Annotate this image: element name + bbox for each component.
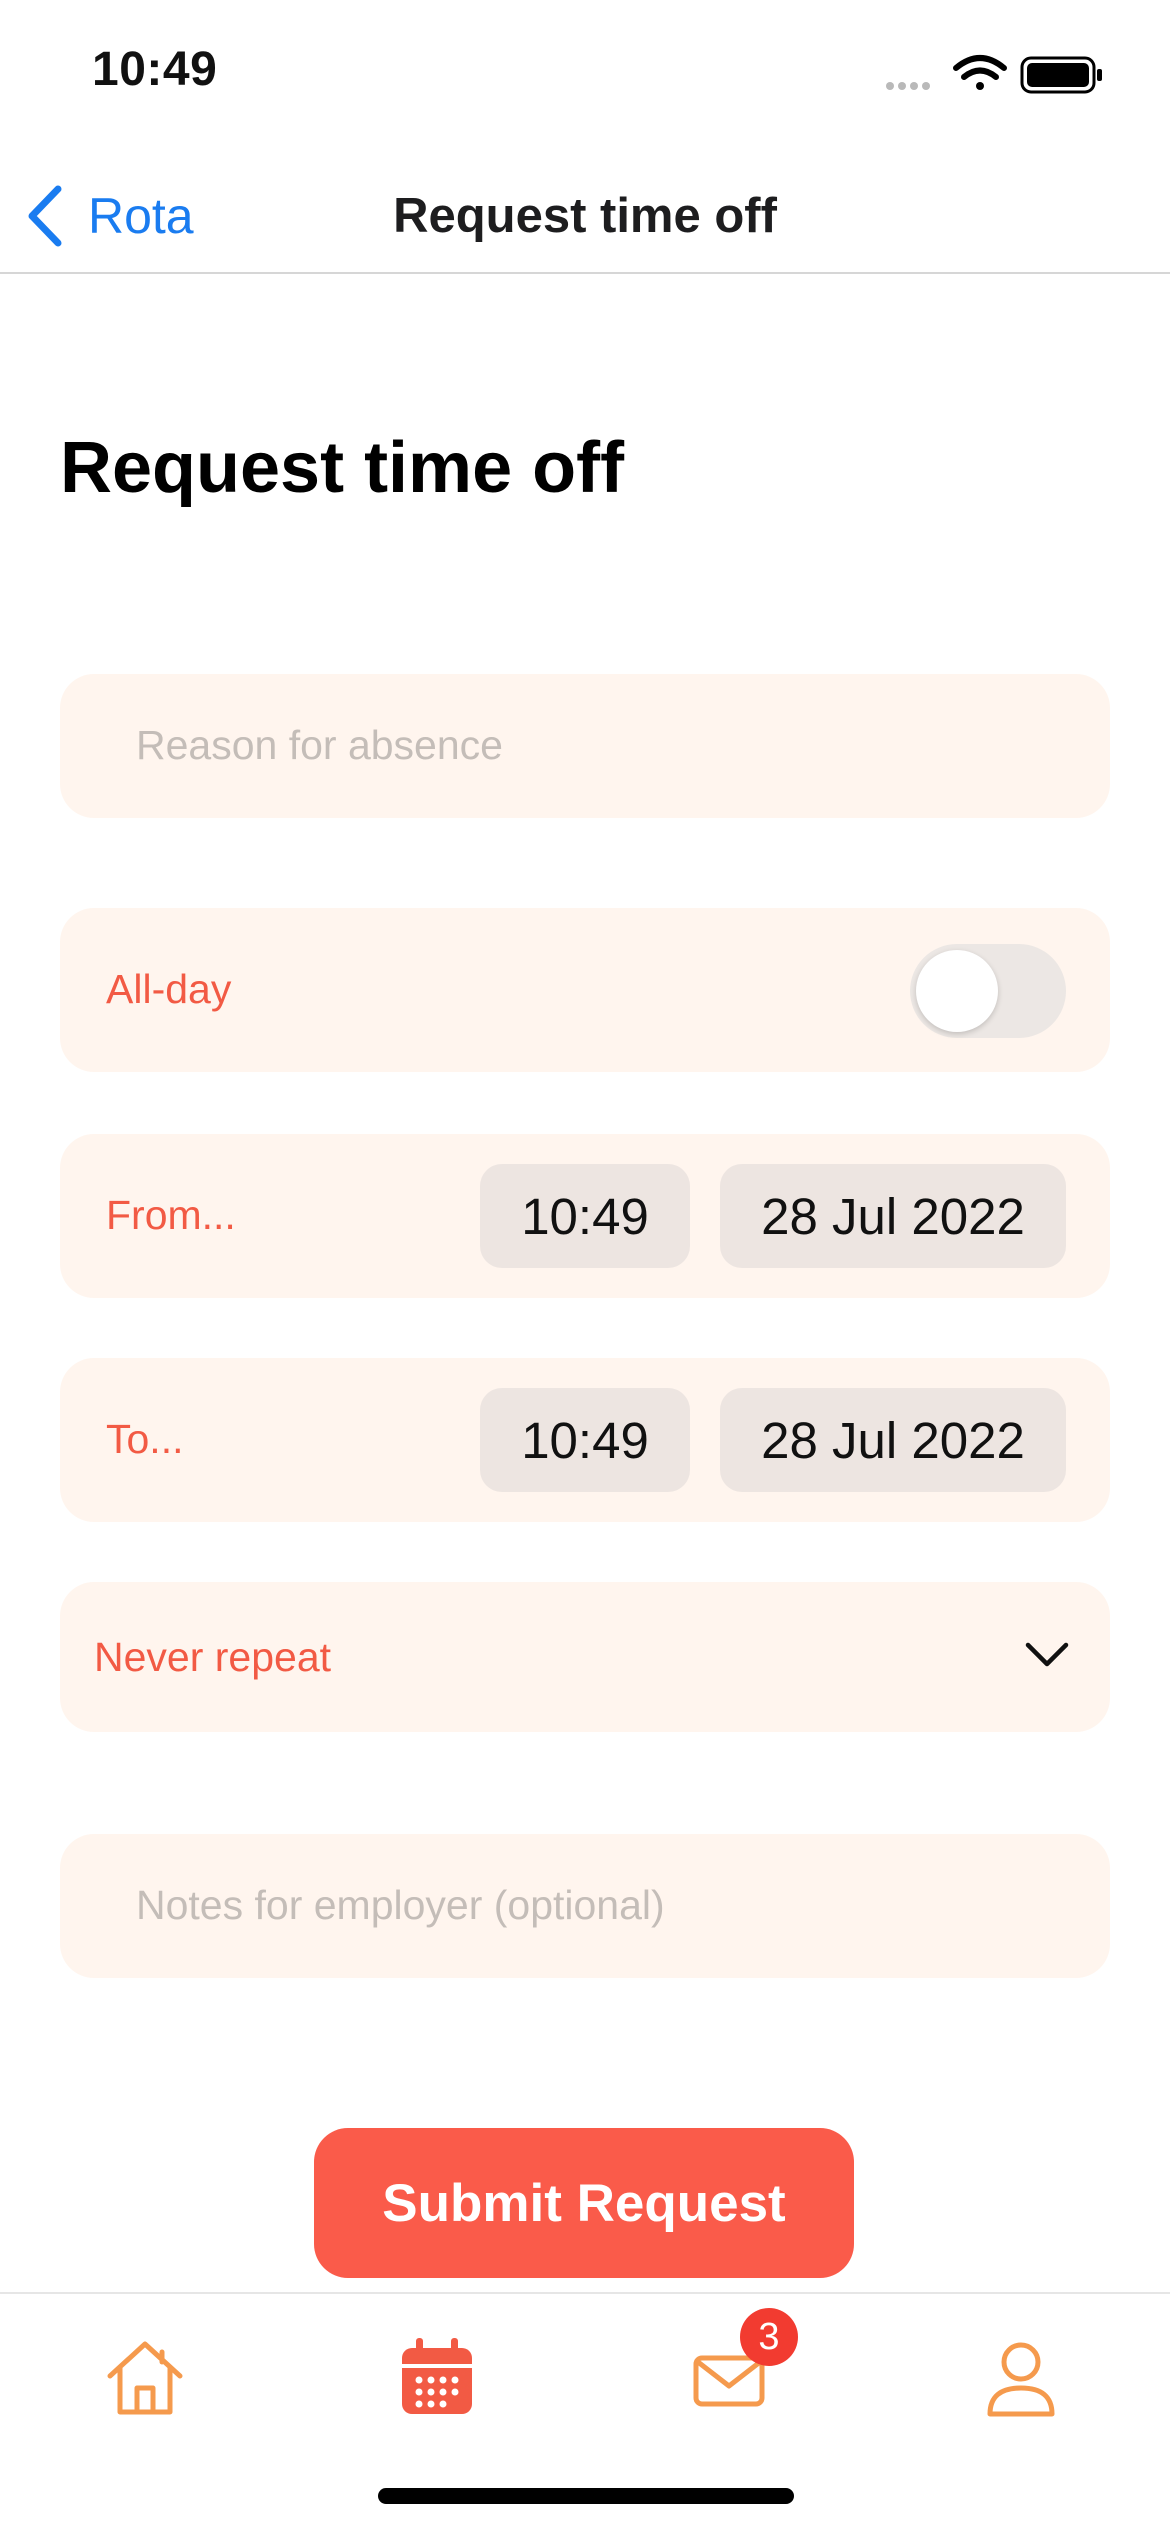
- tab-profile[interactable]: [976, 2332, 1066, 2422]
- wifi-icon: [953, 55, 1007, 90]
- to-date-picker[interactable]: 28 Jul 2022: [720, 1388, 1066, 1492]
- notes-placeholder: Notes for employer (optional): [136, 1882, 665, 1928]
- from-label: From...: [106, 1192, 236, 1238]
- calendar-icon: [402, 2338, 472, 2414]
- battery-icon: [1020, 56, 1102, 94]
- allday-label: All-day: [106, 966, 232, 1012]
- notes-field[interactable]: Notes for employer (optional): [60, 1834, 1110, 1978]
- tab-home[interactable]: [100, 2332, 190, 2422]
- status-time: 10:49: [92, 43, 218, 96]
- mail-badge: 3: [740, 2308, 798, 2366]
- navigation-bar: Rota Request time off: [0, 160, 1170, 274]
- to-label: To...: [106, 1416, 184, 1462]
- repeat-dropdown[interactable]: Never repeat: [60, 1582, 1110, 1732]
- repeat-value: Never repeat: [94, 1634, 332, 1680]
- submit-request-button[interactable]: Submit Request: [314, 2128, 854, 2278]
- from-row: From... 10:49 28 Jul 2022: [60, 1134, 1110, 1298]
- to-time-picker[interactable]: 10:49: [480, 1388, 690, 1492]
- nav-title: Request time off: [393, 189, 777, 243]
- from-time-picker[interactable]: 10:49: [480, 1164, 690, 1268]
- toggle-knob: [916, 950, 998, 1032]
- to-row: To... 10:49 28 Jul 2022: [60, 1358, 1110, 1522]
- page-title: Request time off: [60, 428, 625, 508]
- allday-row: All-day: [60, 908, 1110, 1072]
- status-icons: [886, 55, 1102, 94]
- tab-calendar[interactable]: [392, 2332, 482, 2422]
- reason-placeholder: Reason for absence: [136, 722, 503, 768]
- reason-field[interactable]: Reason for absence: [60, 674, 1110, 818]
- cellular-signal-icon: [886, 82, 930, 90]
- from-date-picker[interactable]: 28 Jul 2022: [720, 1164, 1066, 1268]
- home-indicator: [378, 2488, 794, 2504]
- user-icon: [987, 2342, 1055, 2417]
- allday-toggle[interactable]: [910, 944, 1066, 1038]
- chevron-down-icon: [1025, 1642, 1069, 1667]
- home-icon: [107, 2341, 183, 2415]
